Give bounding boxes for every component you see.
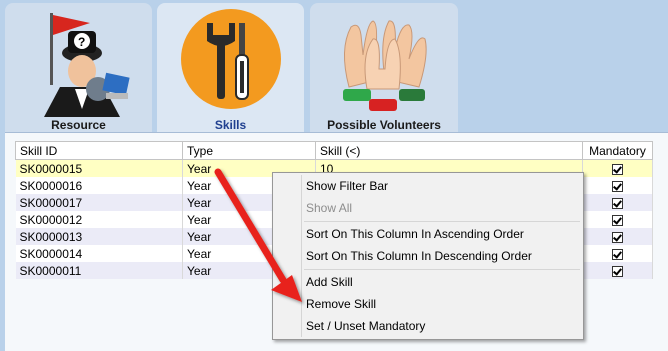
menu-item-set-unset-mandatory[interactable]: Set / Unset Mandatory — [306, 316, 425, 336]
cell-skill-id[interactable]: SK0000016 — [15, 177, 183, 194]
menu-item-show-all[interactable]: Show All — [306, 198, 352, 218]
cell-skill-id[interactable]: SK0000017 — [15, 194, 183, 211]
menu-item-show-filter-bar[interactable]: Show Filter Bar — [306, 176, 388, 196]
svg-text:?: ? — [78, 35, 85, 49]
column-header-skill[interactable]: Skill (<) — [315, 141, 583, 160]
raised-hands-icon — [343, 20, 427, 111]
cell-skill-id[interactable]: SK0000014 — [15, 245, 183, 262]
cell-mandatory[interactable] — [582, 228, 653, 245]
mandatory-checkbox[interactable] — [612, 180, 623, 192]
cell-mandatory[interactable] — [582, 262, 653, 279]
cell-mandatory[interactable] — [582, 245, 653, 262]
cell-skill-id[interactable]: SK0000012 — [15, 211, 183, 228]
menu-icon-gutter — [301, 175, 302, 337]
menu-separator — [304, 221, 580, 222]
tab-possible-volunteers-label: Possible Volunteers — [327, 118, 441, 132]
resource-agent-icon: ? — [43, 13, 130, 117]
table-header-row: Skill ID Type Skill (<) Mandatory — [15, 141, 653, 160]
tab-possible-volunteers[interactable]: Possible Volunteers — [310, 3, 458, 135]
tools-icon — [180, 9, 281, 109]
cell-mandatory[interactable] — [582, 159, 653, 177]
cell-skill-id[interactable]: SK0000013 — [15, 228, 183, 245]
mandatory-checkbox[interactable] — [612, 248, 623, 260]
cell-mandatory[interactable] — [582, 211, 653, 228]
column-header-type[interactable]: Type — [182, 141, 316, 160]
mandatory-checkbox[interactable] — [612, 214, 623, 226]
context-menu: Show Filter Bar Show All Sort On This Co… — [272, 172, 584, 340]
mandatory-checkbox[interactable] — [612, 197, 623, 209]
menu-item-add-skill[interactable]: Add Skill — [306, 272, 353, 292]
tab-skills[interactable]: Skills — [157, 3, 304, 135]
column-header-mandatory[interactable]: Mandatory — [582, 141, 653, 160]
cell-skill-id[interactable]: SK0000011 — [15, 262, 183, 279]
mandatory-checkbox[interactable] — [612, 231, 623, 243]
menu-separator — [304, 269, 580, 270]
mandatory-checkbox[interactable] — [612, 265, 623, 277]
menu-item-sort-ascending[interactable]: Sort On This Column In Ascending Order — [306, 224, 524, 244]
tab-skills-label: Skills — [214, 118, 247, 132]
menu-item-remove-skill[interactable]: Remove Skill — [306, 294, 376, 314]
cell-mandatory[interactable] — [582, 194, 653, 211]
column-header-skill-id[interactable]: Skill ID — [15, 141, 183, 160]
cell-skill-id[interactable]: SK0000015 — [15, 159, 183, 177]
menu-item-sort-descending[interactable]: Sort On This Column In Descending Order — [306, 246, 532, 266]
tab-resource[interactable]: ? Resource — [5, 3, 152, 135]
mandatory-checkbox[interactable] — [612, 163, 623, 175]
cell-mandatory[interactable] — [582, 177, 653, 194]
tab-resource-label: Resource — [51, 118, 106, 132]
